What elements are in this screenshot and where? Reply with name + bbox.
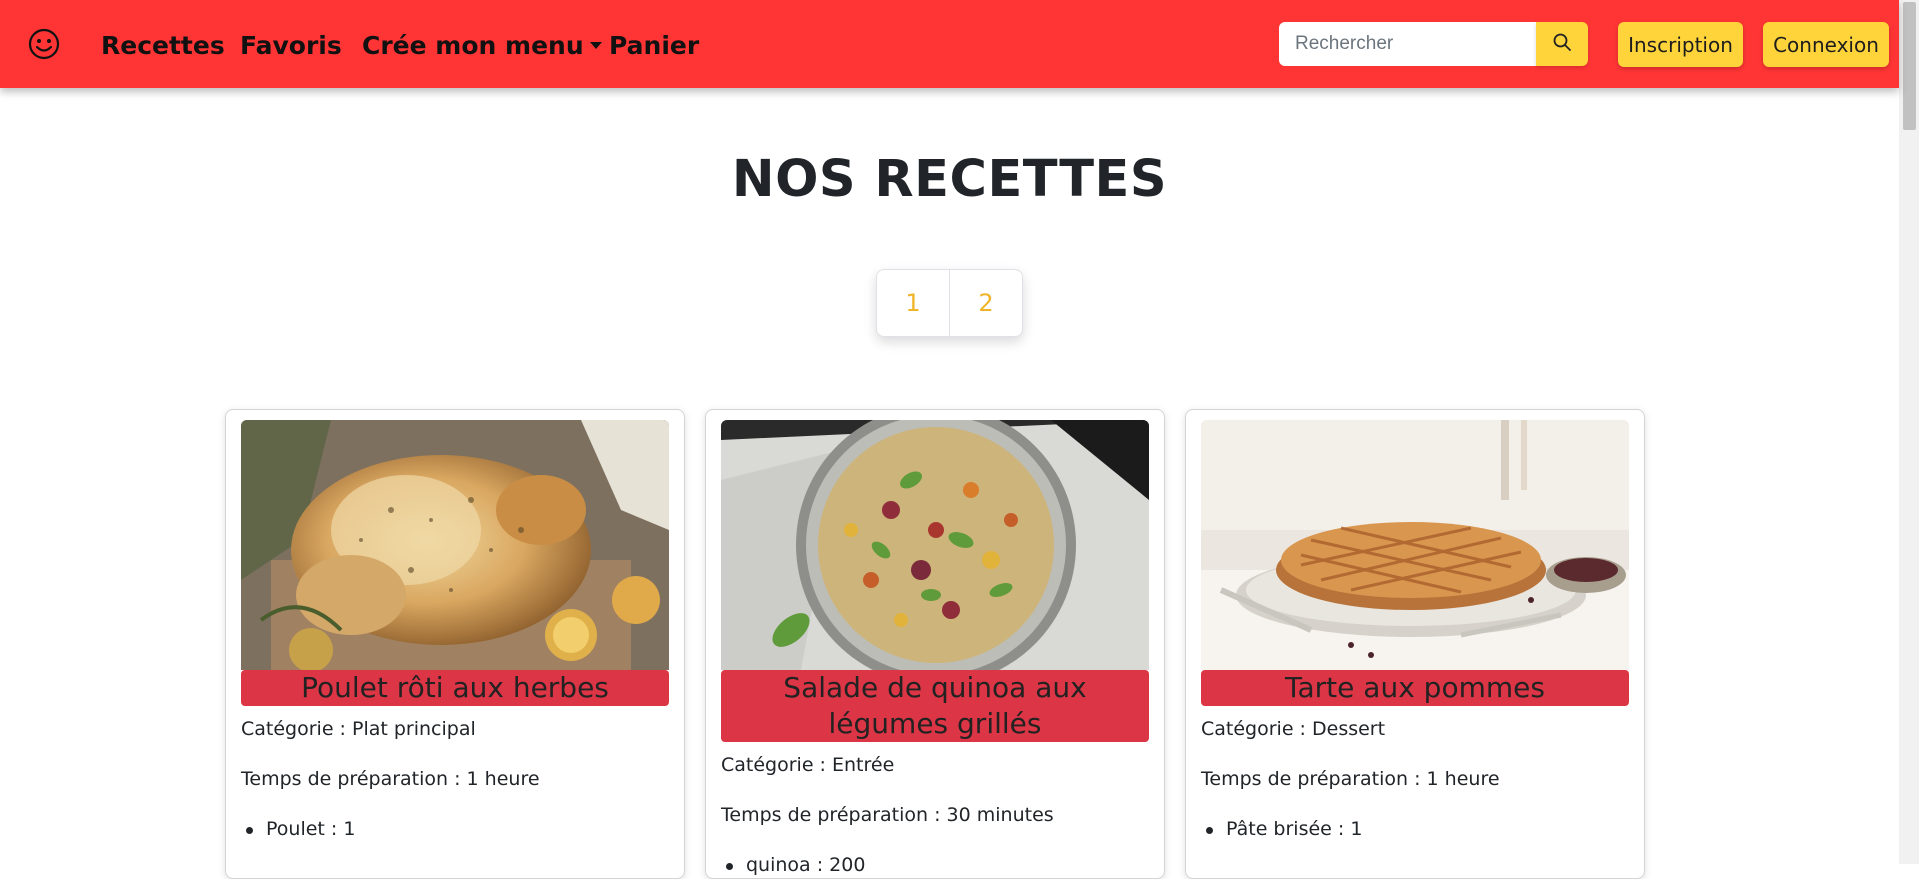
recipe-category: Catégorie : Plat principal	[241, 718, 476, 740]
search-button[interactable]	[1536, 22, 1588, 66]
apple-tart-image[interactable]	[1201, 420, 1629, 670]
nav-dropdown-label: Crée mon menu	[362, 31, 584, 60]
recipe-prep-time: Temps de préparation : 1 heure	[241, 768, 540, 790]
search-icon	[1552, 32, 1572, 57]
recipe-card[interactable]: Salade de quinoa aux légumes grillés Cat…	[705, 409, 1165, 879]
navbar: Recettes Favoris Crée mon menu Panier In…	[0, 0, 1899, 88]
recipe-prep-time: Temps de préparation : 1 heure	[1201, 768, 1500, 790]
quinoa-salad-image[interactable]	[721, 420, 1149, 670]
search-input[interactable]	[1279, 22, 1537, 66]
nav-dropdown-menu[interactable]: Crée mon menu	[362, 30, 602, 62]
connexion-button[interactable]: Connexion	[1763, 22, 1889, 67]
nav-link-recettes[interactable]: Recettes	[101, 30, 225, 62]
nav-link-panier[interactable]: Panier	[609, 30, 699, 62]
ingredient-item: quinoa : 200	[725, 854, 866, 876]
scrollbar-thumb[interactable]	[1903, 2, 1916, 130]
recipe-card[interactable]: Poulet rôti aux herbes Catégorie : Plat …	[225, 409, 685, 879]
recipe-category: Catégorie : Entrée	[721, 754, 895, 776]
nav-link-favoris[interactable]: Favoris	[240, 30, 342, 62]
page-link-2[interactable]: 2	[949, 270, 1022, 336]
page-title: NOS RECETTES	[731, 150, 1168, 209]
page-scrollbar[interactable]	[1899, 0, 1919, 864]
recipe-category: Catégorie : Dessert	[1201, 718, 1386, 740]
recipe-title: Tarte aux pommes	[1201, 670, 1629, 706]
search-form	[1279, 22, 1588, 66]
roast-chicken-image[interactable]	[241, 420, 669, 670]
recipe-title: Poulet rôti aux herbes	[241, 670, 669, 706]
recipe-card[interactable]: Tarte aux pommes Catégorie : Dessert Tem…	[1185, 409, 1645, 879]
inscription-button[interactable]: Inscription	[1618, 22, 1743, 67]
ingredient-item: Poulet : 1	[245, 818, 356, 840]
smiley-icon[interactable]	[28, 28, 60, 60]
recipe-title: Salade de quinoa aux légumes grillés	[721, 670, 1149, 742]
pagination: 1 2	[876, 269, 1023, 337]
page-link-1[interactable]: 1	[877, 270, 949, 336]
ingredient-item: Pâte brisée : 1	[1205, 818, 1363, 840]
caret-down-icon	[589, 42, 602, 49]
recipe-prep-time: Temps de préparation : 30 minutes	[721, 804, 1054, 826]
